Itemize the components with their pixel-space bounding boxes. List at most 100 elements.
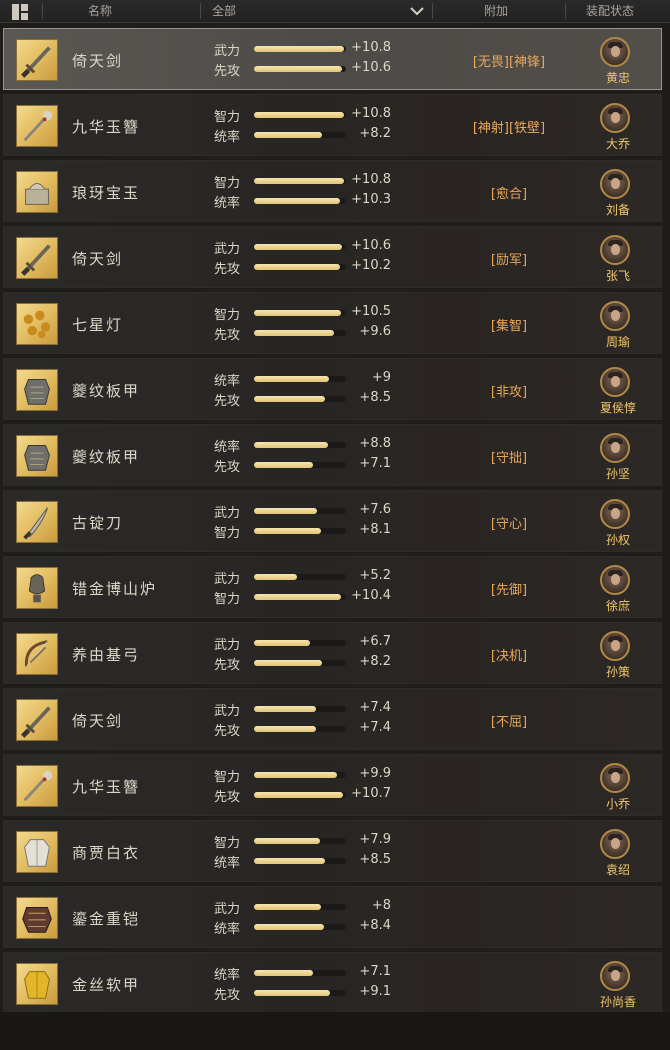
hero-avatar[interactable] <box>600 961 630 991</box>
stat-label: 先攻 <box>214 460 241 475</box>
item-name: 倚天剑 <box>72 712 124 730</box>
stat-value: +10.4 <box>351 588 391 603</box>
equipped-hero-name: 小乔 <box>605 797 630 811</box>
stat-bar-fill <box>254 198 340 204</box>
equipment-row[interactable]: 倚天剑 武力 +7.4 先攻 +7.4 [不屈] <box>3 688 662 750</box>
hero-avatar[interactable] <box>600 169 630 199</box>
hero-avatar[interactable] <box>600 763 630 793</box>
hero-avatar[interactable] <box>600 829 630 859</box>
stat-bar-fill <box>254 66 342 72</box>
stat-bar-fill <box>254 46 344 52</box>
extra-tags: [集智] <box>490 319 528 334</box>
stat-label: 先攻 <box>214 988 241 1003</box>
stat-bar <box>254 198 346 204</box>
stat-label: 先攻 <box>214 262 241 277</box>
stat-bar <box>254 726 346 732</box>
stat-bar <box>254 594 346 600</box>
hero-avatar[interactable] <box>600 565 630 595</box>
equipment-row[interactable]: 七星灯 智力 +10.5 先攻 +9.6 [集智] 周瑜 <box>3 292 662 354</box>
stat-bar <box>254 970 346 976</box>
equipped-hero-name: 夏侯惇 <box>599 401 636 415</box>
stat-value: +8.4 <box>359 918 391 933</box>
stat-label: 统率 <box>214 968 241 983</box>
hero-avatar[interactable] <box>600 37 630 67</box>
hairpin-icon <box>16 105 58 147</box>
equipment-row[interactable]: 商贾白衣 智力 +7.9 统率 +8.5 袁绍 <box>3 820 662 882</box>
equipment-row[interactable]: 琅玡宝玉 智力 +10.8 统率 +10.3 [愈合] 刘备 <box>3 160 662 222</box>
stat-bar <box>254 640 346 646</box>
equipped-hero-name: 徐庶 <box>605 599 630 613</box>
list-footer <box>0 1012 670 1050</box>
stat-value: +7.6 <box>359 502 391 517</box>
item-name: 金丝软甲 <box>72 976 141 994</box>
stat-bar <box>254 792 346 798</box>
equipped-hero-name: 孙策 <box>605 665 630 679</box>
item-name: 夔纹板甲 <box>72 448 141 466</box>
equipment-row[interactable]: 错金博山炉 武力 +5.2 智力 +10.4 [先御] 徐庶 <box>3 556 662 618</box>
hero-avatar[interactable] <box>600 367 630 397</box>
equipment-row[interactable]: 倚天剑 武力 +10.6 先攻 +10.2 [励军] 张飞 <box>3 226 662 288</box>
extra-tags: [守心] <box>490 517 528 532</box>
chevron-down-icon[interactable] <box>410 6 424 16</box>
item-name: 古锭刀 <box>72 514 124 532</box>
grid-toggle-icon[interactable] <box>12 4 32 20</box>
column-header-extra[interactable]: 附加 <box>484 0 508 22</box>
stat-value: +9.1 <box>359 984 391 999</box>
equipment-row[interactable]: 养由基弓 武力 +6.7 先攻 +8.2 [决机] 孙策 <box>3 622 662 684</box>
equipment-row[interactable]: 古锭刀 武力 +7.6 智力 +8.1 [守心] 孙权 <box>3 490 662 552</box>
stat-bar <box>254 508 346 514</box>
column-header-name[interactable]: 名称 <box>88 0 112 22</box>
hero-avatar[interactable] <box>600 103 630 133</box>
equipment-row[interactable]: 鎏金重铠 武力 +8 统率 +8.4 <box>3 886 662 948</box>
stat-label: 智力 <box>214 526 241 541</box>
stat-label: 先攻 <box>214 394 241 409</box>
stat-value: +7.4 <box>359 720 391 735</box>
item-name: 商贾白衣 <box>72 844 141 862</box>
column-header-equip[interactable]: 装配状态 <box>586 0 634 22</box>
hero-avatar[interactable] <box>600 235 630 265</box>
stat-value: +10.5 <box>351 304 391 319</box>
stat-bar <box>254 178 346 184</box>
equipped-hero-name: 大乔 <box>605 137 630 151</box>
stat-bar-fill <box>254 904 321 910</box>
equipment-row[interactable]: 夔纹板甲 统率 +9 先攻 +8.5 [非攻] 夏侯惇 <box>3 358 662 420</box>
stat-bar-fill <box>254 990 330 996</box>
stat-bar-fill <box>254 640 310 646</box>
stat-bar <box>254 442 346 448</box>
stat-value: +10.6 <box>351 60 391 75</box>
hero-avatar[interactable] <box>600 433 630 463</box>
stat-bar <box>254 858 346 864</box>
stat-label: 武力 <box>214 902 241 917</box>
hero-avatar[interactable] <box>600 301 630 331</box>
equipment-row[interactable]: 九华玉簪 智力 +9.9 先攻 +10.7 小乔 <box>3 754 662 816</box>
hero-avatar[interactable] <box>600 631 630 661</box>
equipment-row[interactable]: 九华玉簪 智力 +10.8 统率 +8.2 [神射][铁壁] 大乔 <box>3 94 662 156</box>
item-name: 倚天剑 <box>72 52 124 70</box>
equipment-row[interactable]: 夔纹板甲 统率 +8.8 先攻 +7.1 [守拙] 孙坚 <box>3 424 662 486</box>
blade-icon <box>16 501 58 543</box>
stat-bar-fill <box>254 264 340 270</box>
armor-icon <box>16 435 58 477</box>
sword-icon <box>16 39 58 81</box>
equipment-row[interactable]: 金丝软甲 统率 +7.1 先攻 +9.1 孙尚香 <box>3 952 662 1014</box>
stat-label: 武力 <box>214 506 241 521</box>
stat-value: +7.9 <box>359 832 391 847</box>
equipped-hero-name: 孙权 <box>605 533 630 547</box>
stat-value: +6.7 <box>359 634 391 649</box>
stat-bar <box>254 772 346 778</box>
stat-bar-fill <box>254 706 316 712</box>
hero-avatar[interactable] <box>600 499 630 529</box>
stat-bar <box>254 66 346 72</box>
bow-icon <box>16 633 58 675</box>
filter-select[interactable]: 全部 <box>212 0 236 22</box>
equipment-row[interactable]: 倚天剑 武力 +10.8 先攻 +10.6 [无畏][神锋] 黄忠 <box>3 28 662 90</box>
extra-tags: [守拙] <box>490 451 528 466</box>
equipped-hero-name: 孙坚 <box>605 467 630 481</box>
stat-value: +10.7 <box>351 786 391 801</box>
stat-label: 智力 <box>214 770 241 785</box>
stat-value: +8.5 <box>359 852 391 867</box>
equipped-hero-name: 孙尚香 <box>599 995 636 1009</box>
stat-value: +10.8 <box>351 40 391 55</box>
stat-bar-fill <box>254 970 313 976</box>
item-name: 错金博山炉 <box>72 580 158 598</box>
